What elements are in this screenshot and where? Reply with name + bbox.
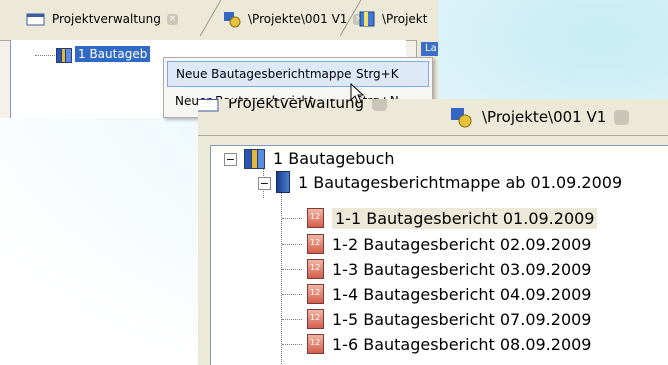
tree-node-label: 1-2 Bautagesbericht 02.09.2009 — [332, 234, 592, 254]
tree-node-report-1-3[interactable]: 1-3 Bautagesbericht 03.09.2009 — [307, 257, 591, 281]
tree-node-report-1-4[interactable]: 1-4 Bautagesbericht 04.09.2009 — [307, 282, 591, 306]
menu-item-label: Neue Bautagesberichtmappe — [176, 67, 352, 81]
report-icon — [307, 259, 324, 279]
tree-node-label: 1-4 Bautagesbericht 04.09.2009 — [332, 284, 592, 304]
tree-node-label: 1-1 Bautagesbericht 01.09.2009 — [332, 207, 598, 229]
tab-label: Projektverwaltung — [52, 12, 161, 26]
tree-node-report-1-5[interactable]: 1-5 Bautagesbericht 07.09.2009 — [307, 307, 591, 331]
tab-label: Projektverwaltung — [228, 99, 365, 112]
book-icon — [55, 46, 72, 63]
tree-node-report-1-2[interactable]: 1-2 Bautagesbericht 02.09.2009 — [307, 232, 591, 256]
tree-node-label: 1 Bautageb — [75, 46, 151, 62]
project-icon — [224, 12, 241, 28]
close-tab-icon[interactable] — [372, 99, 388, 111]
report-icon — [307, 208, 324, 228]
tree-node-bautagebuch[interactable]: 1 Bautageb — [55, 46, 151, 63]
top-tab-bar: Projektverwaltung × \Projekte\001 V1 × \… — [0, 0, 438, 41]
menu-item-neue-bautagesberichtmappe[interactable]: Neue Bautagesberichtmappe Strg+K — [167, 61, 429, 87]
binder-icon — [276, 171, 290, 193]
tree-node-bautagebuch[interactable]: 1 Bautagebuch — [243, 146, 395, 170]
report-icon — [307, 334, 324, 354]
project-icon — [451, 108, 472, 128]
tree-node-report-1-6[interactable]: 1-6 Bautagesbericht 08.09.2009 — [307, 332, 591, 356]
collapse-toggle-icon[interactable]: − — [258, 177, 271, 190]
tab-label: \Projekte\001 V1 — [248, 12, 348, 26]
tree-node-report-1-1[interactable]: 1-1 Bautagesbericht 01.09.2009 — [307, 206, 598, 230]
zoomed-window: Projektverwaltung \Projekte\001 V1 − 1 B… — [198, 99, 668, 365]
tab-projekt-001[interactable]: \Projekte\001 V1 — [448, 99, 630, 135]
tree-node-label: 1 Bautagesberichtmappe ab 01.09.2009 — [298, 172, 623, 192]
tree-node-label: 1-5 Bautagesbericht 07.09.2009 — [332, 309, 592, 329]
report-icon — [307, 309, 324, 329]
mouse-pointer-icon — [350, 83, 365, 104]
tab-projekt-partial[interactable]: \Projekt — [358, 2, 427, 36]
menu-item-shortcut: Strg+K — [356, 67, 399, 81]
book-icon — [243, 147, 265, 169]
collapse-toggle-icon[interactable]: − — [224, 153, 237, 166]
zoomed-tab-bar: Projektverwaltung \Projekte\001 V1 — [198, 99, 668, 136]
close-tab-icon[interactable] — [614, 109, 630, 125]
report-icon — [307, 284, 324, 304]
tab-label: \Projekte\001 V1 — [482, 108, 607, 126]
tab-label: \Projekt — [382, 12, 428, 26]
tab-projektverwaltung[interactable]: Projektverwaltung × — [26, 2, 178, 36]
book-icon — [359, 11, 375, 27]
side-tab-label: La — [425, 43, 437, 54]
close-tab-icon[interactable]: × — [166, 13, 178, 25]
tree-node-berichtmappe[interactable]: 1 Bautagesberichtmappe ab 01.09.2009 — [276, 170, 622, 194]
tree-node-label: 1-6 Bautagesbericht 08.09.2009 — [332, 334, 592, 354]
window-icon — [26, 13, 45, 26]
tree-node-label: 1 Bautagebuch — [273, 148, 395, 168]
window-icon — [198, 99, 219, 112]
tree-node-label: 1-3 Bautagesbericht 03.09.2009 — [332, 259, 592, 279]
zoomed-tree-view: − 1 Bautagebuch − 1 Bautagesberichtmappe… — [210, 145, 668, 365]
report-icon — [307, 234, 324, 254]
